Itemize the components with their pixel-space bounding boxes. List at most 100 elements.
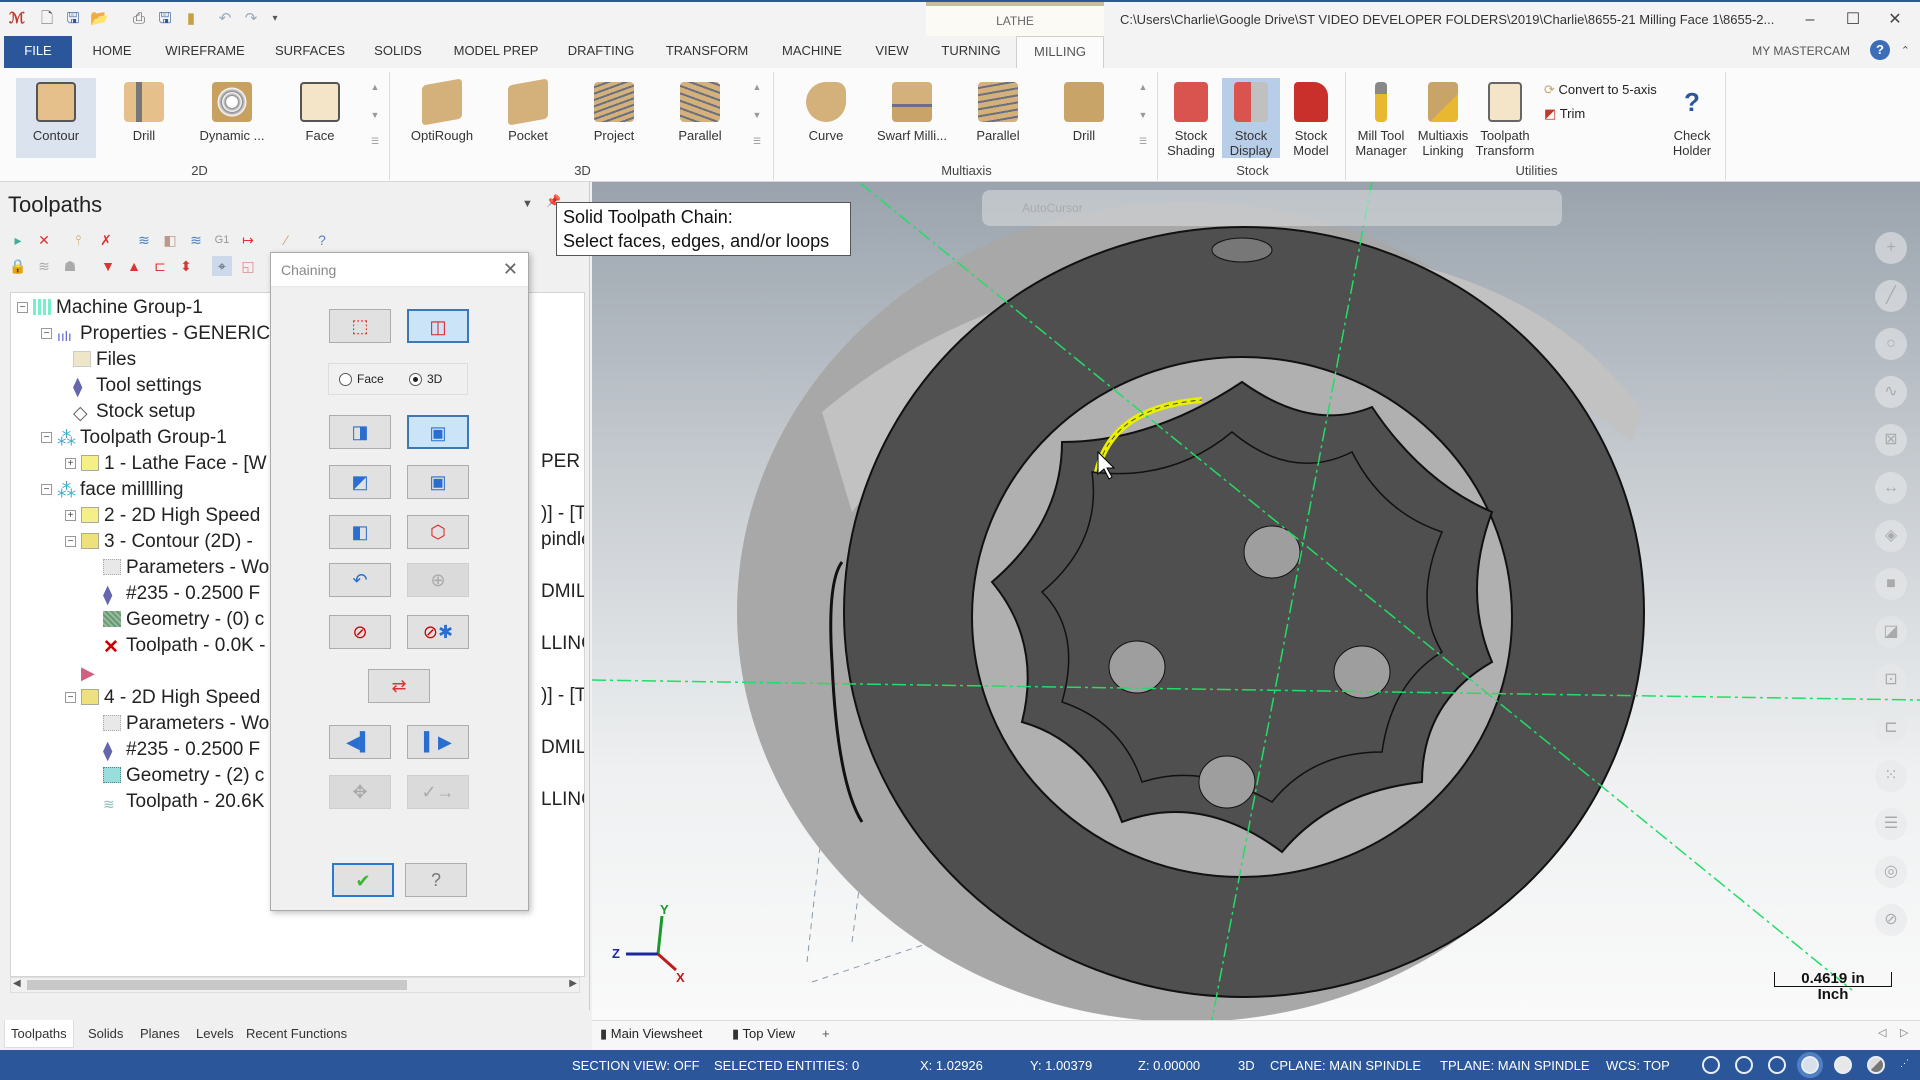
mastercam-logo-icon[interactable]: ℳ (8, 10, 26, 28)
save-as-icon[interactable]: 🖫 (156, 10, 174, 28)
mode-3d-toggle[interactable]: 3D (1238, 1058, 1255, 1073)
redo-icon[interactable]: ↷ (242, 10, 260, 28)
tab-view[interactable]: VIEW (866, 36, 918, 68)
stock-shading-button[interactable]: Stock Shading (1162, 78, 1220, 158)
partial-loop-button[interactable]: ◩ (329, 465, 391, 499)
gallery-more-icon[interactable]: ☰ (750, 136, 764, 147)
point-tool-icon[interactable]: + (1875, 232, 1907, 264)
gallery-more-icon[interactable]: ☰ (1136, 136, 1150, 147)
solid-tool-icon[interactable]: ■ (1875, 568, 1907, 600)
circle-tool-icon[interactable]: ○ (1875, 328, 1907, 360)
tree-node-face-milling-group[interactable]: ⁂ face milllling (57, 477, 183, 503)
edge-select-button[interactable]: ◨ (329, 415, 391, 449)
end-selection-button[interactable]: ✓→ (407, 775, 469, 809)
tab-turning[interactable]: TURNING (934, 36, 1008, 68)
viewsheet-scroll-right-icon[interactable]: ▷ (1900, 1026, 1908, 1039)
shaded-icon[interactable] (1834, 1056, 1852, 1074)
transform-tool-icon[interactable]: ◪ (1875, 616, 1907, 648)
tab-home[interactable]: HOME (86, 36, 138, 68)
collapse-toggle[interactable]: − (41, 484, 52, 495)
tree-node-toolpath[interactable]: ≋ Toolpath - 20.6K (103, 789, 264, 815)
dialog-close-button[interactable]: ✕ (503, 259, 518, 280)
tab-wireframe[interactable]: WIREFRAME (160, 36, 250, 68)
toggle-posting-icon[interactable]: ☗ (60, 256, 80, 276)
tab-solids[interactable]: SOLIDS (370, 36, 426, 68)
tab-top-view[interactable]: ▮ Top View (732, 1026, 795, 1042)
face-select-button[interactable]: ▣ (407, 415, 469, 449)
pocket-button[interactable]: Pocket (488, 78, 568, 158)
insert-arrow-icon[interactable]: ⊏ (150, 256, 170, 276)
tree-node-properties[interactable]: ıılı Properties - GENERIC (57, 321, 270, 347)
save-icon[interactable]: 🖫 (64, 10, 82, 28)
open-folder-icon[interactable]: 📂 (90, 10, 109, 28)
backplot-icon[interactable]: ≋ (134, 230, 154, 250)
spline-tool-icon[interactable]: ∿ (1875, 376, 1907, 408)
dialog-help-button[interactable]: ? (405, 863, 467, 897)
drill-button[interactable]: Drill (104, 78, 184, 158)
check-holder-button[interactable]: ? Check Holder (1662, 78, 1722, 158)
deselect-ops-icon[interactable]: ✕ (34, 230, 54, 250)
face-button[interactable]: Face (280, 78, 360, 158)
collapse-ribbon-icon[interactable]: ⌃ (1901, 44, 1910, 57)
tree-node-tool[interactable]: ⧫ #235 - 0.2500 F (103, 581, 260, 607)
move-down-icon[interactable]: ▼ (98, 256, 118, 276)
tab-main-viewsheet[interactable]: ▮ Main Viewsheet (600, 1026, 702, 1042)
analyze-tool-icon[interactable]: ⊏ (1875, 712, 1907, 744)
tab-model-prep[interactable]: MODEL PREP (448, 36, 544, 68)
gallery-up-icon[interactable]: ▲ (368, 82, 382, 92)
gallery-up-icon[interactable]: ▲ (750, 82, 764, 92)
silhouette-icon[interactable] (1768, 1056, 1786, 1074)
tab-levels[interactable]: Levels (196, 1026, 234, 1041)
vertex-select-button[interactable]: ⬡ (407, 515, 469, 549)
line-tool-icon[interactable]: ╱ (1875, 280, 1907, 312)
levels-tool-icon[interactable]: ☰ (1875, 808, 1907, 840)
tab-file[interactable]: FILE (4, 36, 72, 68)
ok-button[interactable]: ✔ (332, 863, 394, 897)
help-icon[interactable]: ? (1870, 40, 1890, 60)
scroll-insert-icon[interactable]: ⬍ (176, 256, 196, 276)
surface-tool-icon[interactable]: ◈ (1875, 520, 1907, 552)
collapse-toggle[interactable]: − (65, 692, 76, 703)
file-manager-icon[interactable]: ▮ (182, 10, 200, 28)
autocursor-button[interactable]: AutoCursor (1022, 201, 1083, 215)
parallel-3d-button[interactable]: Parallel (660, 78, 740, 158)
translucency-icon[interactable] (1867, 1056, 1885, 1074)
tree-node-geometry[interactable]: Geometry - (0) c (103, 607, 264, 633)
scroll-left-icon[interactable]: ◀ (13, 978, 21, 989)
gallery-more-icon[interactable]: ☰ (368, 136, 382, 147)
stock-display-button[interactable]: Stock Display (1222, 78, 1280, 158)
post-g1-icon[interactable]: G1 (212, 230, 232, 250)
gallery-up-icon[interactable]: ▲ (1136, 82, 1150, 92)
optirough-button[interactable]: OptiRough (402, 78, 482, 158)
curve-button[interactable]: Curve (786, 78, 866, 158)
collapse-toggle[interactable]: − (41, 432, 52, 443)
feature-select-button[interactable]: ◧ (329, 515, 391, 549)
mill-tool-manager-button[interactable]: Mill Tool Manager (1350, 78, 1412, 158)
options-button[interactable]: ✥ (329, 775, 391, 809)
regenerate-dirty-icon[interactable]: ✗ (96, 230, 116, 250)
expand-toggle[interactable]: + (65, 510, 76, 521)
z-coordinate[interactable]: Z: 0.00000 (1138, 1058, 1200, 1073)
gallery-down-icon[interactable]: ▼ (1136, 110, 1150, 120)
tab-surfaces[interactable]: SURFACES (272, 36, 348, 68)
customize-dropdown-icon[interactable]: ▾ (266, 10, 284, 28)
tree-node-toolpath-group-1[interactable]: ⁂ Toolpath Group-1 (57, 425, 227, 451)
contour-button[interactable]: Contour (16, 78, 96, 158)
next-button[interactable]: ▍▶ (407, 725, 469, 759)
face-radio[interactable] (339, 373, 352, 386)
cplane-status[interactable]: CPLANE: MAIN SPINDLE (1270, 1058, 1421, 1073)
select-all-ops-icon[interactable]: ▸ (8, 230, 28, 250)
unselect-button[interactable]: ⊘ (329, 615, 391, 649)
tree-node-tool-settings[interactable]: ⧫ Tool settings (73, 373, 202, 399)
trim-button[interactable]: ◩ Trim (1544, 106, 1585, 122)
tree-horizontal-scrollbar[interactable]: ◀ ▶ (10, 977, 580, 993)
tab-toolpaths[interactable]: Toolpaths (4, 1020, 74, 1048)
tab-milling[interactable]: MILLING (1016, 36, 1104, 68)
insert-arrow-marker[interactable]: ▶ (81, 659, 104, 685)
minimize-button[interactable]: – (1795, 8, 1825, 32)
close-button[interactable]: ✕ (1880, 8, 1910, 32)
wireframe-display-icon[interactable] (1702, 1056, 1720, 1074)
help-icon[interactable]: ? (312, 230, 332, 250)
lock-icon[interactable]: 🔒 (8, 256, 28, 276)
toggle-display-icon[interactable]: ≋ (34, 256, 54, 276)
